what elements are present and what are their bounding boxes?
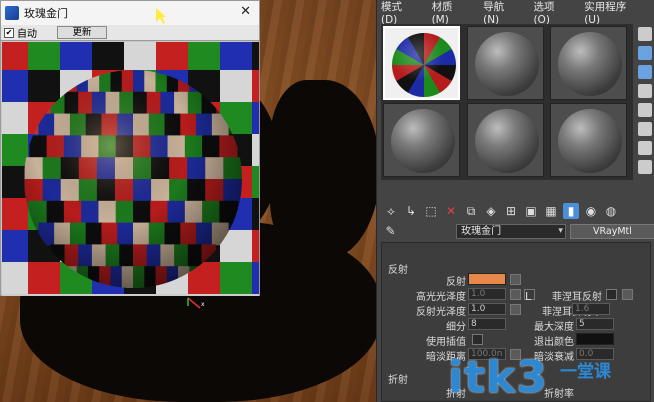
material-slot[interactable] (467, 26, 544, 100)
fresnel-label: 菲涅耳反射 (552, 292, 602, 303)
update-button[interactable]: 更新 (57, 26, 107, 39)
sample-sphere-icon (475, 109, 539, 173)
material-editor: 模式(D) 材质(M) 导航(N) 选项(O) 实用程序(U) ⟡ ↳ ⬚ ✕ … (376, 0, 654, 402)
fresnel-checkbox[interactable] (606, 289, 617, 300)
material-slot-selected[interactable] (383, 26, 460, 100)
assign-to-selection-icon[interactable]: ⬚ (423, 203, 439, 219)
max-depth-field[interactable]: 5 (576, 318, 614, 330)
refl-gloss-label: 反射光泽度 (416, 307, 466, 318)
select-by-material-icon[interactable] (638, 160, 652, 174)
show-map-icon[interactable]: ▦ (543, 203, 559, 219)
hilight-gloss-map-button[interactable] (510, 289, 521, 300)
options-icon[interactable] (638, 141, 652, 155)
make-preview-icon[interactable] (638, 122, 652, 136)
material-name-row: ✎ 玫瑰金门 VRayMtl (377, 222, 654, 240)
max-depth-label: 最大深度 (534, 322, 574, 333)
material-slot[interactable] (383, 103, 460, 177)
material-slot[interactable] (550, 26, 627, 100)
exit-color-label: 退出颜色 (534, 337, 574, 348)
fresnel-ior-field[interactable]: 1.6 (572, 303, 610, 315)
show-end-result-icon[interactable]: ▮ (563, 203, 579, 219)
exit-color-swatch[interactable] (576, 333, 614, 345)
reflection-section-title: 反射 (388, 265, 408, 276)
auto-label: 自动 (17, 29, 37, 40)
reflect-label: 反射 (446, 277, 466, 288)
reset-map-icon[interactable]: ✕ (443, 203, 459, 219)
material-type-button[interactable]: VRayMtl (569, 223, 654, 239)
sample-type-icon[interactable] (638, 27, 652, 41)
editor-toolbar: ⟡ ↳ ⬚ ✕ ⧉ ◈ ⊞ ▣ ▦ ▮ ◉ ◍ (377, 200, 654, 222)
material-preview-window: 玫瑰金门 ✕ ✔ 自动 更新 (0, 0, 260, 296)
sample-sphere-icon (558, 109, 622, 173)
preview-title-bar[interactable]: 玫瑰金门 ✕ (1, 1, 259, 25)
put-to-scene-icon[interactable]: ↳ (403, 203, 419, 219)
app-logo-icon (5, 6, 19, 20)
preview-title: 玫瑰金门 (24, 7, 68, 20)
use-interp-checkbox[interactable] (472, 334, 483, 345)
material-slots (381, 24, 633, 180)
subdivs-label: 细分 (446, 322, 466, 333)
preview-render (2, 42, 259, 296)
watermark-cn: 一堂课 (560, 362, 611, 382)
refl-gloss-field[interactable]: 1.0 (468, 303, 506, 315)
fresnel-lock-button[interactable] (622, 289, 633, 300)
preview-toolbar: ✔ 自动 更新 (1, 25, 259, 41)
menu-navigation[interactable]: 导航(N) (483, 0, 519, 26)
pick-material-icon[interactable]: ✎ (383, 223, 398, 239)
material-id-icon[interactable]: ▣ (523, 203, 539, 219)
reflect-color-swatch[interactable] (468, 273, 506, 285)
menu-options[interactable]: 选项(O) (533, 0, 570, 26)
video-color-check-icon[interactable] (638, 103, 652, 117)
material-sphere (24, 70, 242, 288)
use-interp-label: 使用插值 (426, 337, 466, 348)
sample-sphere-icon (558, 32, 622, 96)
copy-material-icon[interactable]: ⧉ (463, 203, 479, 219)
put-to-library-icon[interactable]: ⊞ (503, 203, 519, 219)
sample-sphere-icon (392, 33, 456, 97)
get-material-icon[interactable]: ⟡ (383, 203, 399, 219)
menu-mode[interactable]: 模式(D) (381, 0, 418, 26)
svg-text:x: x (201, 301, 205, 308)
make-unique-icon[interactable]: ◈ (483, 203, 499, 219)
refl-gloss-map-button[interactable] (510, 304, 521, 315)
menu-material[interactable]: 材质(M) (432, 0, 470, 26)
auto-checkbox[interactable]: ✔ (4, 27, 14, 38)
sample-sphere-icon (391, 109, 455, 173)
uv-tiling-icon[interactable] (638, 84, 652, 98)
close-icon[interactable]: ✕ (240, 4, 251, 19)
material-slot[interactable] (550, 103, 627, 177)
axis-gizmo-icon: x (187, 297, 205, 309)
material-slot[interactable] (467, 103, 544, 177)
go-forward-sibling-icon[interactable]: ◍ (603, 203, 619, 219)
door-handle-shadow (270, 80, 380, 260)
sample-tools (635, 24, 654, 194)
hilight-gloss-field[interactable]: 1.0 (468, 288, 506, 300)
background-icon[interactable] (638, 65, 652, 79)
go-to-parent-icon[interactable]: ◉ (583, 203, 599, 219)
menu-bar: 模式(D) 材质(M) 导航(N) 选项(O) 实用程序(U) (377, 0, 654, 26)
menu-utilities[interactable]: 实用程序(U) (584, 0, 641, 26)
subdivs-field[interactable]: 8 (468, 318, 506, 330)
hilight-gloss-label: 高光光泽度 (416, 292, 466, 303)
refraction-section-title: 折射 (388, 375, 408, 386)
reflect-map-button[interactable] (510, 274, 521, 285)
backlight-icon[interactable] (638, 46, 652, 60)
sample-sphere-icon (475, 32, 539, 96)
watermark-text: itk3 (448, 352, 548, 402)
material-name-field[interactable]: 玫瑰金门 (456, 223, 566, 239)
